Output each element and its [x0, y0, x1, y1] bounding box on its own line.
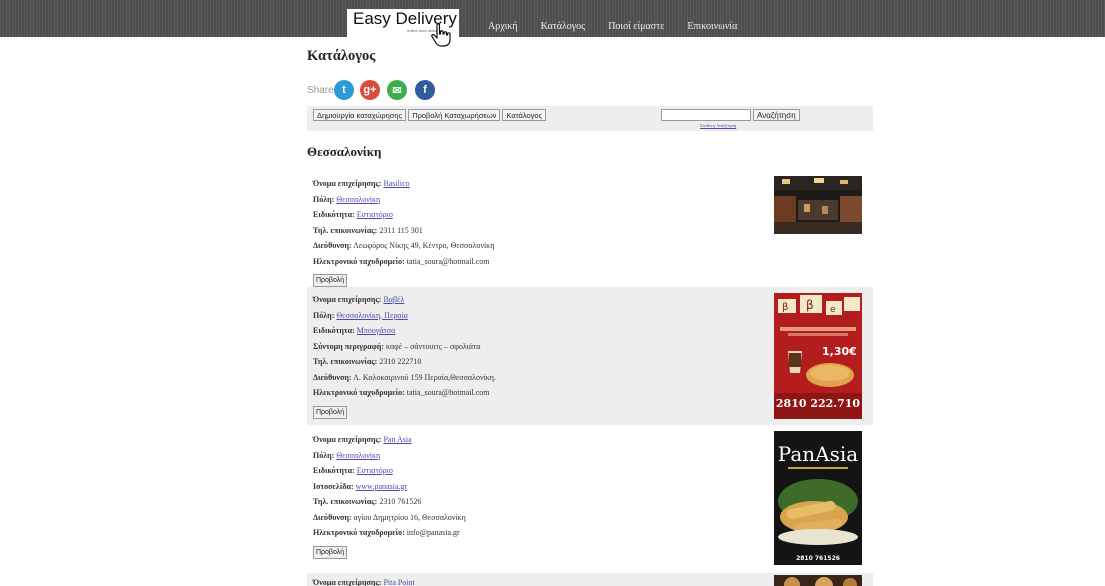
main-nav: Αρχική Κατάλογος Ποιοί είμαστε Επικοινων…: [488, 16, 756, 34]
listing-item: Όνομα επιχείρησης: Pita Point: [307, 573, 873, 586]
nav-contact[interactable]: Επικοινωνία: [687, 21, 737, 32]
restaurant-photo: [774, 176, 862, 234]
business-name-link[interactable]: Pan Asia: [383, 435, 411, 444]
listing-item: Όνομα επιχείρησης: Basilico Πόλη: Θεσσαλ…: [307, 171, 873, 287]
listing-field: Πόλη: Θεσσαλονίκη: [313, 450, 381, 460]
listing-field: Ειδικότητα: Εστιατόριο: [313, 466, 393, 475]
panasia-flyer-image: PanAsia 2810 761526: [774, 431, 862, 565]
catalog-button[interactable]: Κατάλογος: [502, 109, 547, 121]
svg-text:β: β: [806, 298, 814, 312]
svg-text:e: e: [830, 305, 836, 315]
catalog-toolbar: Δημιουργία καταχώρησης Προβολή Καταχωρήσ…: [307, 106, 873, 131]
listing-field: Διεύθυνση: Λ. Καλοκαιρινού 159 Περαία,Θε…: [313, 372, 496, 382]
listing-field: Ηλεκτρονικό ταχυδρομείο: info@panasia.gr: [313, 528, 460, 537]
pointing-hand-icon: [431, 23, 451, 47]
listing-field: Τηλ. επικοινωνίας: 2310 222710: [313, 357, 422, 366]
category-link[interactable]: Εστιατόριο: [357, 210, 393, 219]
listing-field: Διεύθυνση: αγίου Δημητρίου 16, Θεσσαλονί…: [313, 512, 466, 522]
svg-text:β: β: [782, 302, 788, 313]
flyer-phone: 2810 222.710: [776, 397, 861, 410]
listing-field: Ηλεκτρονικό ταχυδρομείο: tatia_soura@hot…: [313, 256, 490, 266]
category-link[interactable]: Μπουγάτσα: [357, 326, 396, 335]
email-icon[interactable]: ✉: [387, 80, 407, 100]
listing-field: Σύντομη περιγραφή: καφέ – σάντουιτς – σφ…: [313, 341, 481, 351]
listing-item: Όνομα επιχείρησης: Pan Asia Πόλη: Θεσσαλ…: [307, 427, 873, 569]
business-name-link[interactable]: Βαβέλ: [383, 295, 404, 304]
nav-catalog[interactable]: Κατάλογος: [541, 21, 586, 32]
listing-field: Διεύθυνση: Λεωφόρος Νίκης 49, Κέντρο, Θε…: [313, 241, 495, 250]
listing-field: Τηλ. επικοινωνίας: 2310 761526: [313, 497, 422, 506]
listing-item: Όνομα επιχείρησης: Βαβέλ Πόλη: Θεσσαλονί…: [307, 287, 873, 425]
listing-field: Πόλη: Θεσσαλονίκη, Περαία: [313, 310, 408, 320]
advanced-search-link[interactable]: Σύνθετη Αναζήτηση: [700, 123, 736, 128]
listing-field: Ειδικότητα: Μπουγάτσα: [313, 326, 396, 335]
city-link[interactable]: Θεσσαλονίκη: [336, 195, 380, 204]
flyer-phone: 2810 761526: [796, 555, 840, 562]
listing-field: Πόλη: Θεσσαλονίκη: [313, 194, 381, 204]
flyer-brand: PanAsia: [778, 442, 858, 466]
category-link[interactable]: Εστιατόριο: [357, 466, 393, 475]
listing-field: Όνομα επιχείρησης: Βαβέλ: [313, 295, 405, 304]
city-heading: Θεσσαλονίκη: [307, 144, 382, 159]
search-input[interactable]: [661, 109, 751, 121]
view-button[interactable]: Προβολή: [313, 274, 348, 287]
business-name-link[interactable]: Pita Point: [383, 578, 414, 586]
view-button[interactable]: Προβολή: [313, 545, 348, 559]
google-plus-icon[interactable]: g+: [360, 80, 380, 100]
listing-field: Όνομα επιχείρησης: Basilico: [313, 179, 410, 188]
listing-field: Όνομα επιχείρησης: Pan Asia: [313, 435, 412, 444]
search-button[interactable]: Αναζήτηση: [753, 109, 800, 121]
nav-about[interactable]: Ποιοί είμαστε: [608, 21, 664, 32]
nav-home[interactable]: Αρχική: [488, 21, 518, 32]
bakery-flyer-image: β β e 1,30€ 2810 222.710: [774, 293, 862, 419]
create-listing-button[interactable]: Δημιουργία καταχώρησης: [313, 109, 407, 121]
city-link[interactable]: Θεσσαλονίκη, Περαία: [336, 311, 407, 320]
listing-field: Όνομα επιχείρησης: Pita Point: [313, 578, 415, 586]
share-label: Share: [307, 85, 334, 96]
flyer-price: 1,30€: [822, 345, 857, 358]
twitter-icon[interactable]: t: [334, 80, 354, 100]
city-link[interactable]: Θεσσαλονίκη: [336, 451, 380, 460]
pita-point-image: [774, 575, 862, 586]
business-name-link[interactable]: Basilico: [383, 179, 409, 188]
listing-field: Ειδικότητα: Εστιατόριο: [313, 210, 393, 219]
listing-field: Τηλ. επικοινωνίας: 2311 115 301: [313, 225, 423, 235]
website-link[interactable]: www.panasia.gr: [356, 482, 407, 491]
listing-field: Ιστοσελίδα: www.panasia.gr: [313, 481, 408, 491]
facebook-icon[interactable]: f: [415, 80, 435, 100]
view-listings-button[interactable]: Προβολή Καταχωρήσεων: [408, 109, 501, 121]
view-button[interactable]: Προβολή: [313, 405, 348, 419]
page-title: Κατάλογος: [307, 48, 376, 64]
listing-field: Ηλεκτρονικό ταχυδρομείο: tatia_soura@hot…: [313, 388, 490, 397]
